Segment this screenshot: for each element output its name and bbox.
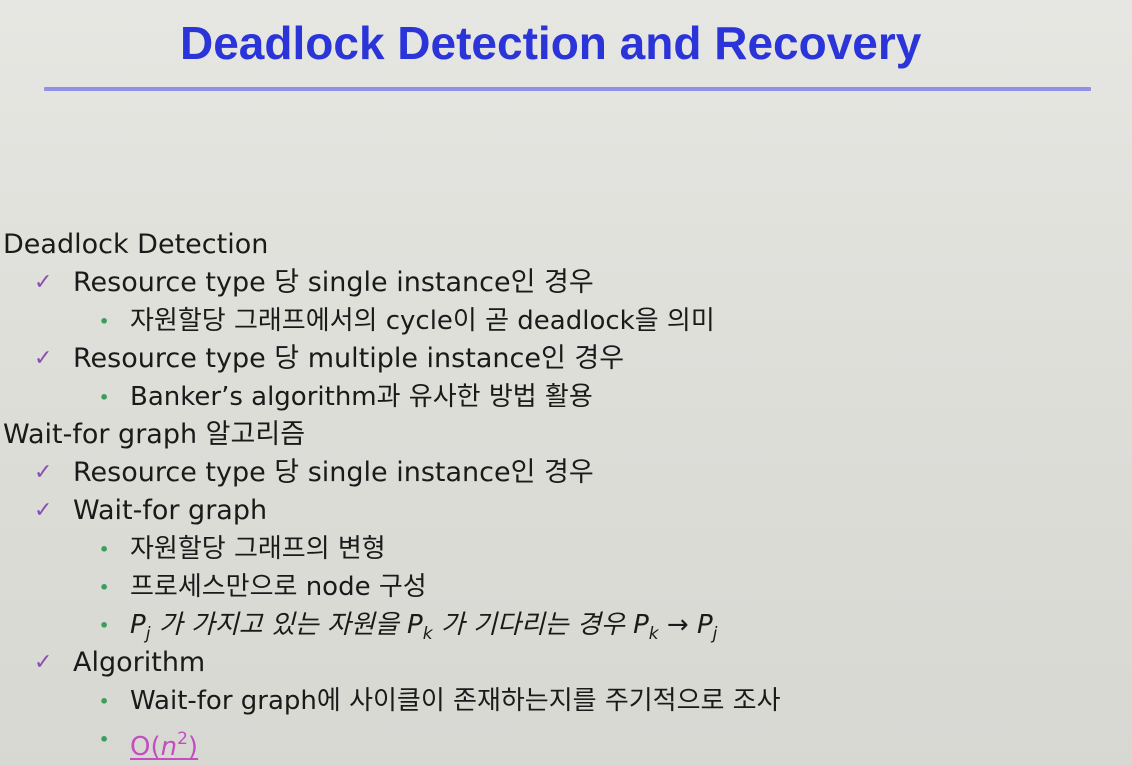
formula-subscript-k: k	[648, 624, 659, 644]
check-bullet-icon: ✓	[34, 460, 53, 485]
sub-list-item: • Wait-for graph에 사이클이 존재하는지를 주기적으로 조사	[0, 682, 1132, 720]
list-item-label: Algorithm	[73, 647, 206, 678]
complexity-variable: n	[160, 732, 178, 762]
list-item-label: Wait-for graph	[73, 495, 268, 526]
complexity-exponent: 2	[177, 729, 188, 749]
list-item: ✓ Algorithm	[0, 644, 1132, 682]
sub-list-item: • Banker’s algorithm과 유사한 방법 활용	[0, 378, 1132, 416]
complexity-prefix: O(	[130, 732, 161, 762]
check-bullet-icon: ✓	[34, 498, 53, 523]
sub-list-item: • 프로세스만으로 node 구성	[0, 568, 1132, 606]
sub-list-item-label: 자원할당 그래프의 변형	[130, 534, 386, 564]
list-item-label: Resource type 당 multiple instance인 경우	[73, 343, 625, 374]
sub-list-item-label: 프로세스만으로 node 구성	[130, 572, 427, 602]
sub-list-item: • 자원할당 그래프에서의 cycle이 곧 deadlock을 의미	[0, 302, 1132, 340]
check-bullet-icon: ✓	[34, 270, 53, 295]
list-item: ✓ Resource type 당 single instance인 경우	[0, 454, 1132, 492]
slide: Deadlock Detection and Recovery Deadlock…	[0, 0, 1132, 766]
formula-subscript-j: j	[145, 624, 151, 644]
dot-bullet-icon: •	[99, 540, 110, 559]
formula-subscript-j: j	[712, 624, 718, 644]
sub-list-item: • 자원할당 그래프의 변형	[0, 530, 1132, 568]
list-item: ✓ Resource type 당 multiple instance인 경우	[0, 340, 1132, 378]
dot-bullet-icon: •	[99, 692, 110, 711]
sub-list-item-label: 자원할당 그래프에서의 cycle이 곧 deadlock을 의미	[130, 306, 715, 336]
list-item: ✓ Resource type 당 single instance인 경우	[0, 264, 1132, 302]
formula-process-p: P	[633, 610, 649, 640]
dot-bullet-icon: •	[99, 388, 110, 407]
title-divider	[44, 87, 1091, 91]
dot-bullet-icon: •	[99, 730, 110, 749]
check-bullet-icon: ✓	[34, 346, 53, 371]
check-bullet-icon: ✓	[34, 650, 53, 675]
dot-bullet-icon: •	[99, 616, 110, 635]
complexity-item: • O(n2)	[0, 720, 1132, 762]
formula-text-waits: 가 기다리는 경우	[440, 610, 634, 640]
formula-process-p: P	[696, 610, 713, 640]
sub-list-item-label: Banker’s algorithm과 유사한 방법 활용	[130, 382, 593, 412]
dot-bullet-icon: •	[99, 312, 110, 331]
slide-content: Deadlock Detection ✓ Resource type 당 sin…	[0, 226, 1132, 762]
complexity-link[interactable]: O(n2)	[130, 729, 199, 762]
section-heading-deadlock-detection: Deadlock Detection	[3, 229, 269, 260]
formula-process-p: P	[407, 610, 423, 640]
dot-bullet-icon: •	[99, 578, 110, 597]
list-item-label: Resource type 당 single instance인 경우	[73, 267, 594, 298]
formula-arrow: →	[666, 610, 689, 640]
formula-process-p: P	[130, 610, 146, 640]
list-item: ✓ Wait-for graph	[0, 492, 1132, 530]
wait-for-edge-formula: • Pj 가 가지고 있는 자원을 Pk 가 기다리는 경우 Pk → Pj	[0, 606, 1132, 644]
complexity-suffix: )	[187, 732, 199, 762]
section-heading-wait-for-graph: Wait-for graph 알고리즘	[3, 419, 306, 450]
sub-list-item-label: Wait-for graph에 사이클이 존재하는지를 주기적으로 조사	[130, 686, 781, 716]
list-item-label: Resource type 당 single instance인 경우	[73, 457, 594, 488]
formula-text-holds: 가 가지고 있는 자원을	[158, 610, 408, 640]
slide-title: Deadlock Detection and Recovery	[180, 17, 922, 69]
formula-subscript-k: k	[422, 624, 433, 644]
